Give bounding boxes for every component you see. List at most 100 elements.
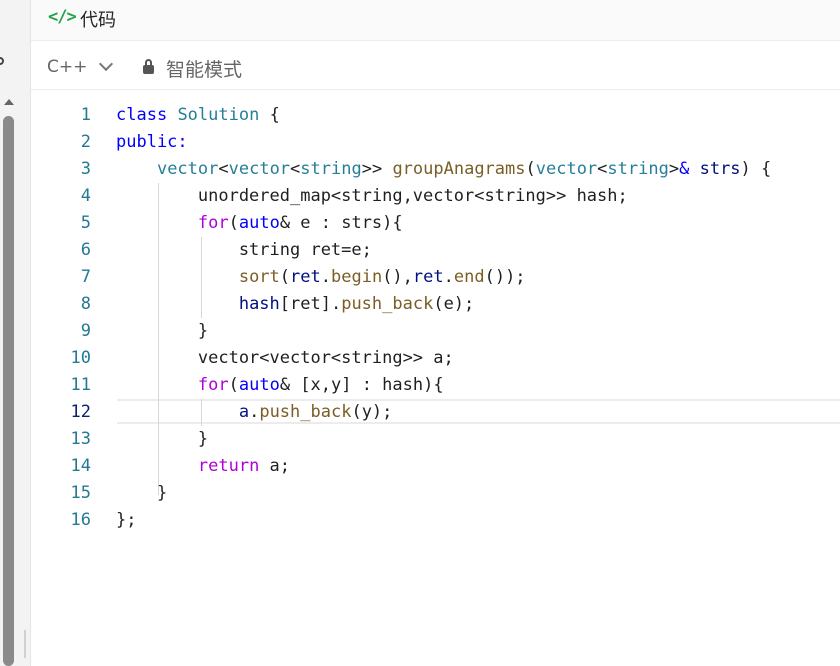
editor-toolbar: C++ 智能模式 xyxy=(31,41,840,90)
line-number: 16 xyxy=(70,510,91,530)
code-token: < xyxy=(218,159,229,179)
code-token: . xyxy=(249,402,260,422)
panel-title: 代码 xyxy=(80,10,116,31)
code-token: > xyxy=(668,159,680,179)
code-line[interactable]: for(auto& e : strs){ xyxy=(116,210,771,237)
code-line[interactable]: sort(ret.begin(),ret.end()); xyxy=(116,264,771,291)
code-token: for xyxy=(197,213,229,233)
code-token: (), xyxy=(382,267,413,287)
code-token: & e : strs){ xyxy=(279,213,403,233)
code-token: public: xyxy=(116,132,188,152)
language-label: C++ xyxy=(47,57,88,77)
line-number: 3 xyxy=(80,159,91,179)
code-editor[interactable]: 1 2 3 4 5 6 7 8 9 10 11 12 13 14 15 16 class Solution {… xyxy=(31,90,840,666)
code-token: } xyxy=(116,429,209,449)
code-token: ret xyxy=(290,267,321,287)
code-line[interactable]: vector<vector<string>> groupAnagrams(vec… xyxy=(116,156,771,183)
code-line[interactable]: class Solution { xyxy=(116,102,771,129)
line-number: 11 xyxy=(70,375,91,395)
code-token: a; xyxy=(259,456,291,476)
lock-icon xyxy=(143,59,154,74)
code-token: vector xyxy=(156,159,219,179)
code-line[interactable]: a.push_back(y); xyxy=(116,399,771,426)
code-token: ()); xyxy=(484,267,526,287)
line-number: 5 xyxy=(80,213,91,233)
code-token: < xyxy=(290,159,301,179)
code-token: return xyxy=(197,456,260,476)
code-token: ( xyxy=(228,213,239,233)
code-line[interactable]: vector<vector<string>> a; xyxy=(116,345,771,372)
code-token: (y); xyxy=(351,402,393,422)
code-token: ( xyxy=(525,159,536,179)
code-token: . xyxy=(320,267,331,287)
code-token: a xyxy=(238,402,250,422)
line-number: 13 xyxy=(70,429,91,449)
code-token: hash xyxy=(238,294,280,314)
code-token: }; xyxy=(116,510,137,530)
line-number: 4 xyxy=(80,186,91,206)
code-line[interactable]: } xyxy=(116,480,771,507)
code-token: . xyxy=(443,267,454,287)
language-select[interactable]: C++ xyxy=(47,56,114,77)
panel-toggle-icon[interactable] xyxy=(0,57,4,65)
chevron-down-icon xyxy=(99,56,114,72)
code-line[interactable]: string ret=e; xyxy=(116,237,771,264)
line-number: 12 xyxy=(70,402,91,422)
line-number: 14 xyxy=(70,456,91,476)
code-token: class xyxy=(116,105,168,125)
code-line[interactable]: }; xyxy=(116,507,771,534)
code-token: & xyxy=(679,159,690,179)
code-line[interactable]: hash[ret].push_back(e); xyxy=(116,291,771,318)
code-token: >> xyxy=(361,159,393,179)
code-token: vector<vector<string>> a; xyxy=(116,348,454,368)
code-token: ret xyxy=(412,267,444,287)
code-token: for xyxy=(197,375,229,395)
code-token: auto xyxy=(238,213,280,233)
code-line[interactable]: unordered_map<string,vector<string>> has… xyxy=(116,183,771,210)
line-number: 9 xyxy=(80,321,91,341)
code-line[interactable]: for(auto& [x,y] : hash){ xyxy=(116,372,771,399)
code-token: vector xyxy=(535,159,598,179)
code-token: { xyxy=(259,105,280,125)
code-token: ( xyxy=(279,267,291,287)
code-token: sort xyxy=(238,267,280,287)
code-token: auto xyxy=(238,375,280,395)
scroll-up-arrow-icon[interactable] xyxy=(4,99,14,105)
code-token: string xyxy=(607,159,669,179)
code-line[interactable]: } xyxy=(116,426,771,453)
code-brackets-icon: </> xyxy=(48,7,77,27)
code-token: string ret=e; xyxy=(116,240,372,260)
line-number: 15 xyxy=(70,483,91,503)
line-number: 6 xyxy=(80,240,91,260)
line-number: 1 xyxy=(80,105,91,125)
line-number: 7 xyxy=(80,267,91,287)
code-token: strs xyxy=(699,159,741,179)
line-number: 2 xyxy=(80,132,91,152)
code-token: ) { xyxy=(740,159,772,179)
code-token: [ret]. xyxy=(279,294,342,314)
code-token: end xyxy=(453,267,485,287)
code-token: unordered_map<string,vector<string>> has… xyxy=(116,186,628,206)
code-token: string xyxy=(300,159,362,179)
code-token: (e); xyxy=(433,294,475,314)
resize-grip[interactable] xyxy=(24,630,26,658)
code-token: push_back xyxy=(341,294,434,314)
code-line[interactable]: } xyxy=(116,318,771,345)
code-content[interactable]: class Solution {public: vector<vector<st… xyxy=(116,102,771,534)
code-token: groupAnagrams xyxy=(392,159,526,179)
code-line[interactable]: return a; xyxy=(116,453,771,480)
code-line[interactable]: public: xyxy=(116,129,771,156)
scrollbar-thumb[interactable] xyxy=(3,116,14,666)
code-token: vector xyxy=(228,159,291,179)
smart-mode-label[interactable]: 智能模式 xyxy=(166,55,242,82)
left-side-strip xyxy=(0,0,30,666)
